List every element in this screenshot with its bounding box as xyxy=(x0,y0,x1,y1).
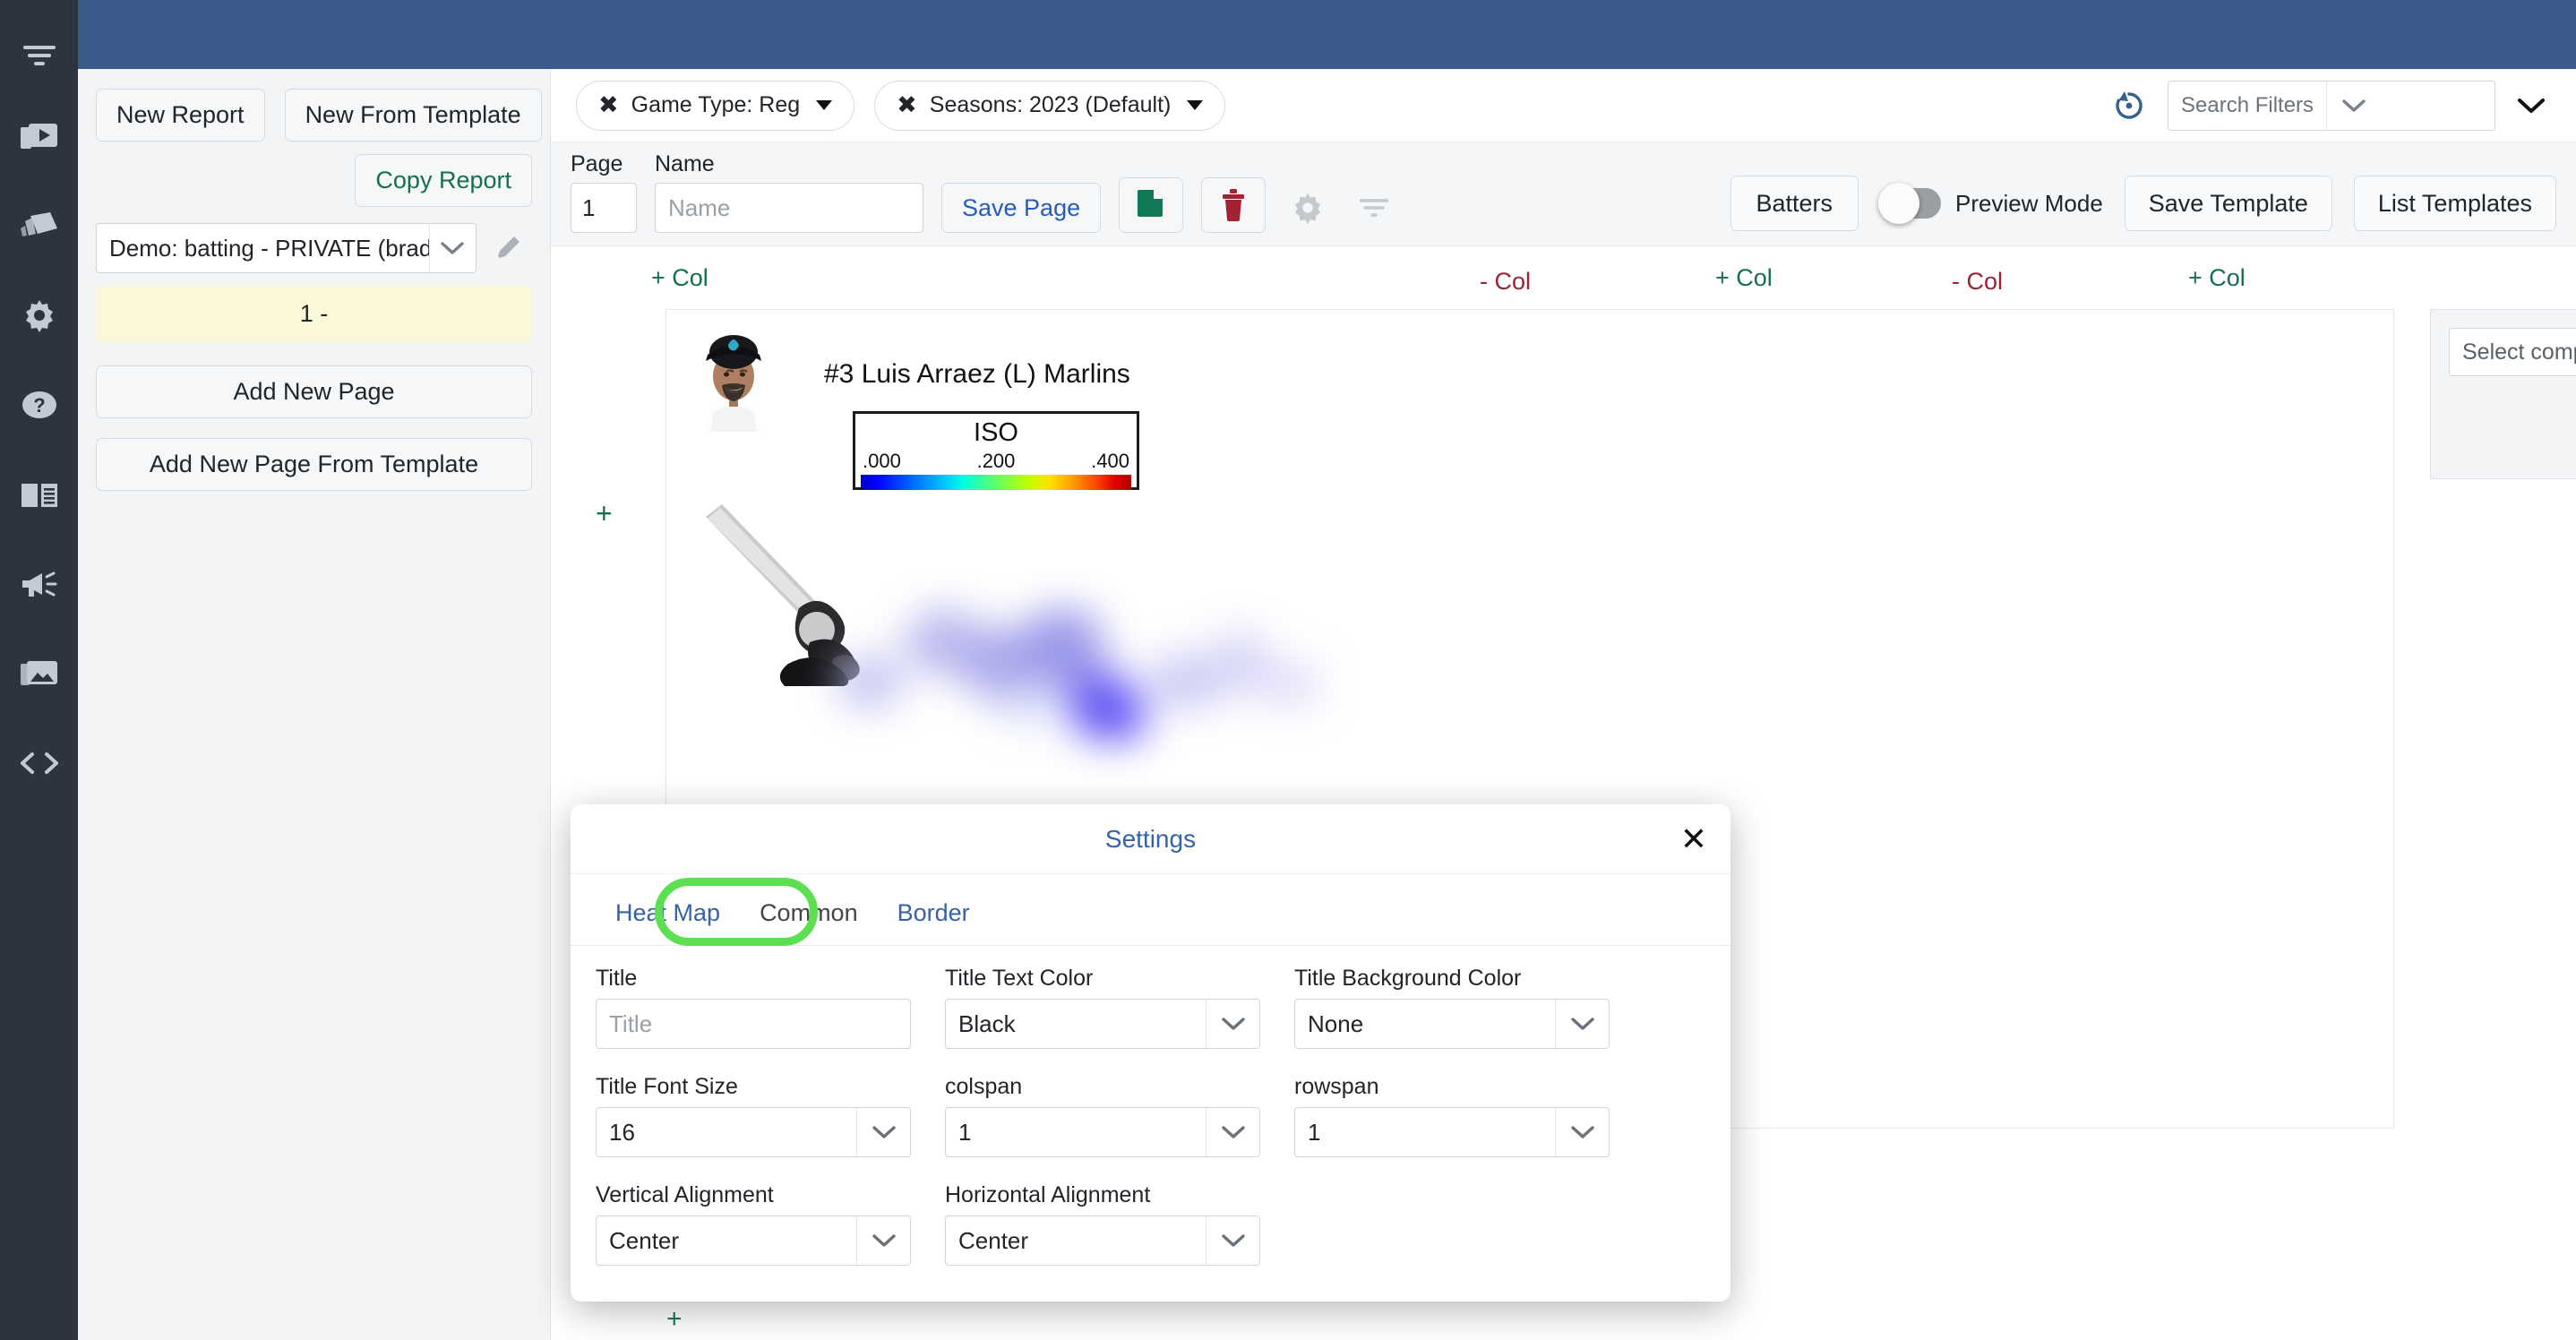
add-row-button-bottom[interactable]: + xyxy=(666,1304,683,1335)
title-font-size-value: 16 xyxy=(597,1108,856,1156)
vertical-alignment-label: Vertical Alignment xyxy=(596,1182,911,1208)
title-background-color-field: Title Background Color None xyxy=(1294,966,1610,1049)
rowspan-value: 1 xyxy=(1295,1108,1555,1156)
title-text-color-field: Title Text Color Black xyxy=(945,966,1260,1049)
title-font-size-label: Title Font Size xyxy=(596,1074,911,1100)
title-text-color-select[interactable]: Black xyxy=(945,999,1260,1049)
colspan-field: colspan 1 xyxy=(945,1074,1260,1157)
tab-common[interactable]: Common xyxy=(740,892,878,945)
horizontal-alignment-field: Horizontal Alignment Center xyxy=(945,1182,1260,1266)
title-label: Title xyxy=(596,966,911,992)
chevron-down-icon[interactable] xyxy=(1555,1000,1609,1048)
chevron-down-icon[interactable] xyxy=(1206,1000,1259,1048)
modal-overlay: Settings ✕ Heat Map Common Border Title … xyxy=(0,0,2576,1340)
chevron-down-icon[interactable] xyxy=(1555,1108,1609,1156)
vertical-alignment-field: Vertical Alignment Center xyxy=(596,1182,911,1266)
horizontal-alignment-select[interactable]: Center xyxy=(945,1215,1260,1266)
horizontal-alignment-label: Horizontal Alignment xyxy=(945,1182,1260,1208)
title-font-size-field: Title Font Size 16 xyxy=(596,1074,911,1157)
settings-modal-tabs: Heat Map Common Border xyxy=(571,874,1730,946)
title-background-color-label: Title Background Color xyxy=(1294,966,1610,992)
title-text-color-label: Title Text Color xyxy=(945,966,1260,992)
title-text-color-value: Black xyxy=(946,1000,1206,1048)
title-field: Title xyxy=(596,966,911,1049)
vertical-alignment-select[interactable]: Center xyxy=(596,1215,911,1266)
tab-border[interactable]: Border xyxy=(878,892,990,945)
settings-modal: Settings ✕ Heat Map Common Border Title … xyxy=(571,804,1730,1301)
tab-heat-map[interactable]: Heat Map xyxy=(596,892,740,945)
settings-modal-body: Title Title Text Color Black Title Backg… xyxy=(571,946,1730,1266)
colspan-label: colspan xyxy=(945,1074,1260,1100)
colspan-select[interactable]: 1 xyxy=(945,1107,1260,1157)
colspan-value: 1 xyxy=(946,1108,1206,1156)
settings-row-3-spacer xyxy=(1294,1182,1610,1266)
chevron-down-icon[interactable] xyxy=(856,1216,910,1265)
rowspan-select[interactable]: 1 xyxy=(1294,1107,1610,1157)
vertical-alignment-value: Center xyxy=(597,1216,856,1265)
title-input[interactable] xyxy=(596,999,911,1049)
close-icon[interactable]: ✕ xyxy=(1680,823,1707,855)
title-background-color-value: None xyxy=(1295,1000,1555,1048)
chevron-down-icon[interactable] xyxy=(1206,1216,1259,1265)
title-background-color-select[interactable]: None xyxy=(1294,999,1610,1049)
settings-row-1: Title Title Text Color Black Title Backg… xyxy=(596,966,1705,1049)
rowspan-label: rowspan xyxy=(1294,1074,1610,1100)
settings-modal-title: Settings xyxy=(1105,825,1196,854)
settings-modal-header: Settings ✕ xyxy=(571,804,1730,874)
settings-row-3: Vertical Alignment Center Horizontal Ali… xyxy=(596,1182,1705,1266)
chevron-down-icon[interactable] xyxy=(856,1108,910,1156)
chevron-down-icon[interactable] xyxy=(1206,1108,1259,1156)
title-font-size-select[interactable]: 16 xyxy=(596,1107,911,1157)
horizontal-alignment-value: Center xyxy=(946,1216,1206,1265)
rowspan-field: rowspan 1 xyxy=(1294,1074,1610,1157)
settings-row-2: Title Font Size 16 colspan 1 xyxy=(596,1074,1705,1157)
